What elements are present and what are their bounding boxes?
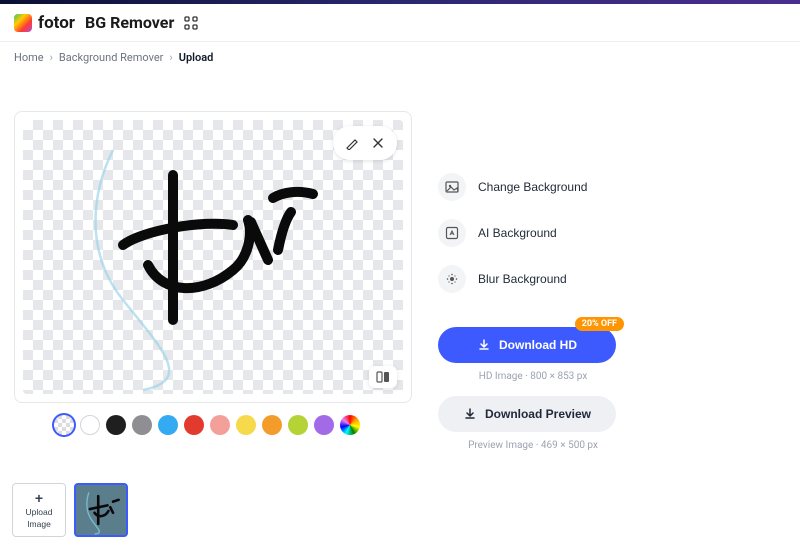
sidebar: Change Background AI Background Blur Bac… — [438, 111, 628, 465]
canvas-card — [14, 111, 412, 403]
blur-icon — [438, 265, 466, 293]
ai-background-label: AI Background — [478, 226, 557, 240]
swatch-yellow[interactable] — [236, 415, 256, 435]
swatch-transparent[interactable] — [54, 415, 74, 435]
swatch-white[interactable] — [80, 415, 100, 435]
download-icon — [463, 407, 477, 421]
breadcrumb-bgremover[interactable]: Background Remover — [59, 51, 163, 64]
brush-tool-button[interactable] — [341, 132, 363, 154]
canvas-area[interactable] — [23, 120, 403, 394]
upload-label-1: Upload — [26, 507, 53, 517]
erase-tool-button[interactable] — [367, 132, 389, 154]
preview-caption: Preview Image · 469 × 500 px — [438, 432, 628, 465]
change-background-button[interactable]: Change Background — [438, 173, 628, 201]
swatch-orange[interactable] — [262, 415, 282, 435]
brand-mark-icon — [14, 14, 32, 32]
swatch-gray[interactable] — [132, 415, 152, 435]
canvas-toolbar — [333, 126, 397, 160]
image-thumbnail[interactable] — [74, 483, 128, 537]
brand-text: fotor — [38, 13, 75, 33]
breadcrumb-current: Upload — [179, 51, 214, 64]
change-background-label: Change Background — [478, 180, 587, 194]
signature-image — [23, 120, 403, 394]
chevron-right-icon: › — [169, 51, 172, 64]
chevron-right-icon: › — [50, 51, 53, 64]
swatch-pink[interactable] — [210, 415, 230, 435]
swatch-purple[interactable] — [314, 415, 334, 435]
discount-badge: 20% OFF — [575, 317, 624, 331]
hd-caption: HD Image · 800 × 853 px — [438, 363, 628, 396]
breadcrumb: Home › Background Remover › Upload — [0, 42, 800, 73]
download-hd-label: Download HD — [499, 338, 577, 352]
plus-icon: + — [35, 491, 43, 505]
download-preview-label: Download Preview — [485, 407, 591, 421]
swatch-sky[interactable] — [158, 415, 178, 435]
ai-background-button[interactable]: AI Background — [438, 219, 628, 247]
brand-logo[interactable]: fotor — [14, 13, 75, 33]
compare-button[interactable] — [369, 366, 397, 388]
color-swatches — [14, 403, 412, 447]
image-icon — [438, 173, 466, 201]
upload-label-2: Image — [27, 519, 51, 529]
blur-background-label: Blur Background — [478, 272, 567, 286]
app-header: fotor BG Remover — [0, 4, 800, 42]
breadcrumb-home[interactable]: Home — [14, 51, 44, 64]
download-hd-button[interactable]: Download HD — [438, 327, 616, 363]
apps-grid-icon[interactable] — [184, 16, 198, 30]
swatch-rainbow[interactable] — [340, 415, 360, 435]
download-preview-button[interactable]: Download Preview — [438, 396, 616, 432]
swatch-black[interactable] — [106, 415, 126, 435]
thumbnail-preview-icon — [76, 485, 126, 535]
thumbnail-strip: + Upload Image — [0, 465, 800, 555]
swatch-red[interactable] — [184, 415, 204, 435]
download-icon — [477, 338, 491, 352]
swatch-lime[interactable] — [288, 415, 308, 435]
upload-image-tile[interactable]: + Upload Image — [12, 483, 66, 537]
blur-background-button[interactable]: Blur Background — [438, 265, 628, 293]
product-title: BG Remover — [85, 13, 174, 32]
ai-icon — [438, 219, 466, 247]
